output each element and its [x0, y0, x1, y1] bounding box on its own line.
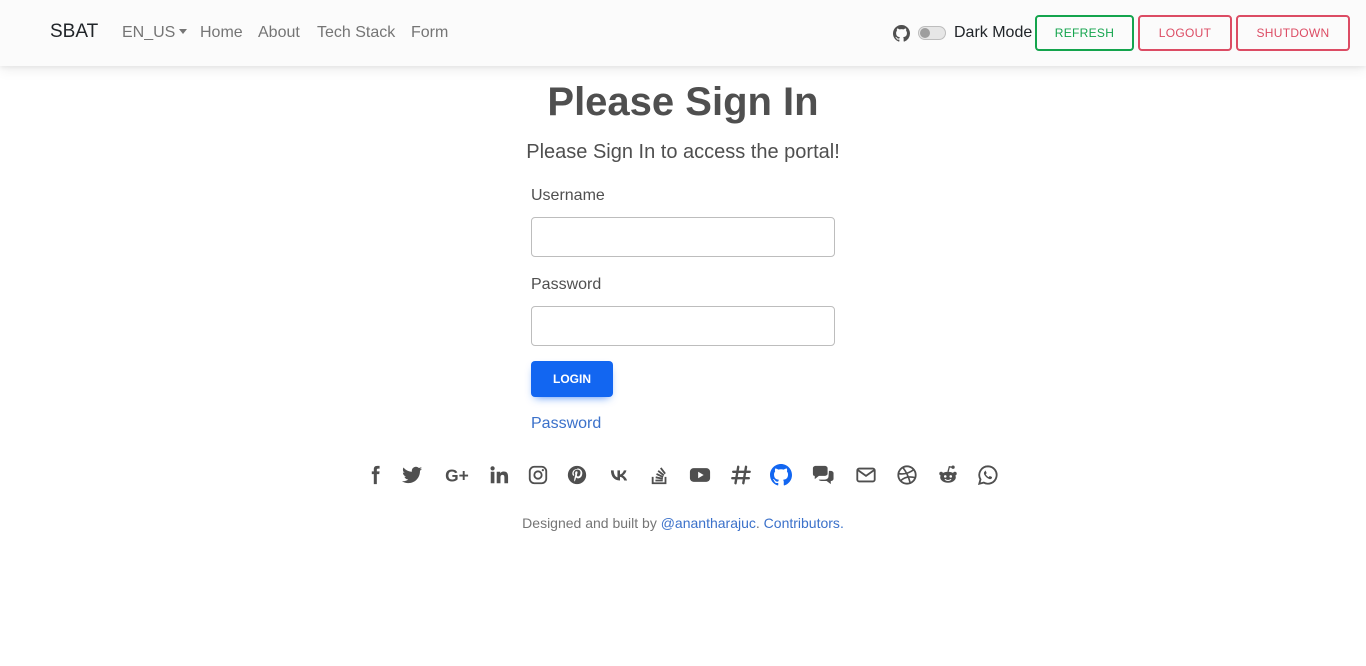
caret-down-icon: [179, 29, 188, 34]
dark-mode-label: Dark Mode: [954, 24, 1033, 41]
pinterest-icon[interactable]: [565, 463, 589, 487]
nav-link-about[interactable]: About: [258, 24, 300, 42]
nav-link-home[interactable]: Home: [200, 24, 243, 42]
username-label: Username: [531, 187, 605, 204]
brand-logo[interactable]: SBAT: [50, 21, 98, 43]
refresh-button[interactable]: REFRESH: [1035, 15, 1134, 51]
youtube-icon[interactable]: [688, 463, 712, 487]
footer-prefix: Designed and built by: [522, 515, 661, 531]
language-label: EN_US: [122, 24, 176, 41]
login-button[interactable]: LOGIN: [531, 361, 613, 397]
comments-icon[interactable]: [810, 463, 836, 487]
footer: Designed and built by @anantharajuc. Con…: [0, 515, 1366, 531]
stack-overflow-icon[interactable]: [648, 463, 672, 487]
svg-text:G+: G+: [445, 465, 469, 485]
page-title: Please Sign In: [547, 80, 819, 124]
author-link[interactable]: @anantharajuc: [661, 515, 756, 531]
navbar: SBAT EN_US Home About Tech Stack Form Da…: [0, 0, 1366, 66]
linkedin-icon[interactable]: [487, 463, 511, 487]
toggle-knob: [920, 28, 930, 38]
envelope-icon[interactable]: [854, 463, 878, 487]
dribbble-icon[interactable]: [895, 463, 919, 487]
contributors-link[interactable]: Contributors: [764, 515, 840, 531]
github-icon[interactable]: [769, 463, 793, 487]
twitter-icon[interactable]: [400, 463, 424, 487]
username-field[interactable]: [531, 217, 835, 257]
dark-mode-toggle[interactable]: [918, 26, 946, 40]
slack-icon[interactable]: [729, 463, 753, 487]
vk-icon[interactable]: [607, 463, 631, 487]
password-field[interactable]: [531, 306, 835, 346]
password-link[interactable]: Password: [531, 415, 601, 433]
footer-suffix: .: [839, 515, 844, 531]
language-dropdown[interactable]: EN_US: [122, 24, 188, 42]
footer-separator: .: [755, 515, 764, 531]
logout-button[interactable]: LOGOUT: [1138, 15, 1232, 51]
shutdown-button[interactable]: SHUTDOWN: [1236, 15, 1350, 51]
whatsapp-icon[interactable]: [976, 463, 1000, 487]
page-subtitle: Please Sign In to access the portal!: [526, 141, 840, 163]
reddit-icon[interactable]: [936, 463, 960, 487]
facebook-icon[interactable]: [363, 463, 387, 487]
password-label: Password: [531, 276, 602, 293]
nav-link-form[interactable]: Form: [411, 24, 448, 42]
nav-link-tech-stack[interactable]: Tech Stack: [317, 24, 395, 42]
instagram-icon[interactable]: [526, 463, 550, 487]
google-plus-icon[interactable]: G+: [444, 463, 470, 487]
github-icon[interactable]: [893, 25, 910, 42]
